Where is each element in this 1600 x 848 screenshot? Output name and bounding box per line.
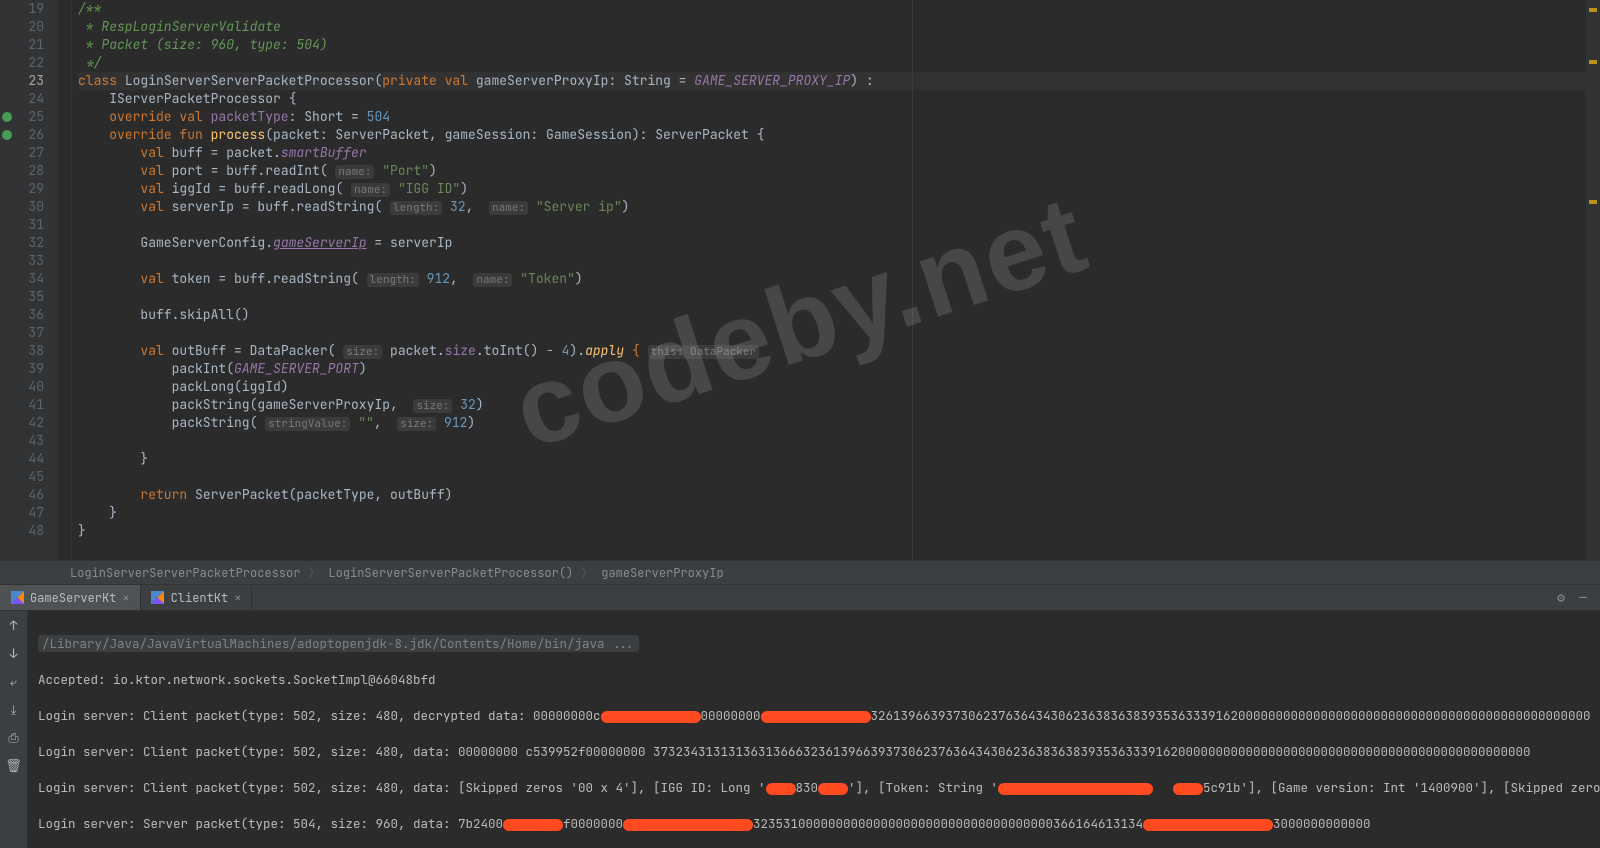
chevron-right-icon: 〉 [581, 564, 593, 581]
close-icon[interactable]: × [122, 590, 129, 606]
editor-area: 19 20 21 22 23 24 25 26 27 28 29 30 31 3… [0, 0, 1600, 560]
run-toolbar: ↑ ↓ ⤶ ⤓ ⎙ 🗑 [0, 611, 28, 848]
close-icon[interactable]: × [234, 590, 241, 606]
up-arrow-icon[interactable]: ↑ [6, 617, 22, 633]
run-tabs-bar: GameServerKt × ClientKt × ⚙ — [0, 585, 1600, 611]
folded-command[interactable]: /Library/Java/JavaVirtualMachines/adopto… [38, 635, 639, 652]
down-arrow-icon[interactable]: ↓ [6, 645, 22, 661]
breadcrumb-item[interactable]: LoginServerServerPacketProcessor() [320, 565, 581, 581]
soft-wrap-icon[interactable]: ⤶ [6, 673, 22, 689]
run-panel: GameServerKt × ClientKt × ⚙ — ↑ ↓ ⤶ ⤓ ⎙ … [0, 584, 1600, 848]
editor-scrollbar[interactable] [1586, 0, 1600, 560]
override-marker-icon[interactable] [2, 112, 12, 122]
print-icon[interactable]: ⎙ [6, 729, 22, 745]
fold-column[interactable] [58, 0, 72, 560]
breadcrumb-item[interactable]: gameServerProxyIp [593, 565, 731, 581]
kotlin-file-icon [151, 591, 165, 605]
code-editor[interactable]: /** * RespLoginServerValidate * Packet (… [72, 0, 1600, 560]
minimize-icon[interactable]: — [1572, 589, 1594, 606]
override-marker-icon[interactable] [2, 130, 12, 140]
console-output[interactable]: /Library/Java/JavaVirtualMachines/adopto… [28, 611, 1600, 848]
scroll-to-end-icon[interactable]: ⤓ [6, 701, 22, 717]
chevron-right-icon: 〉 [308, 564, 320, 581]
trash-icon[interactable]: 🗑 [6, 757, 22, 773]
breadcrumb: LoginServerServerPacketProcessor 〉 Login… [0, 560, 1600, 584]
run-tab-client[interactable]: ClientKt × [141, 585, 253, 610]
gear-icon[interactable]: ⚙ [1550, 589, 1572, 606]
kotlin-file-icon [10, 591, 24, 605]
run-tab-gameserver[interactable]: GameServerKt × [0, 585, 141, 610]
line-number-gutter: 19 20 21 22 23 24 25 26 27 28 29 30 31 3… [0, 0, 58, 560]
breadcrumb-item[interactable]: LoginServerServerPacketProcessor [62, 565, 308, 581]
